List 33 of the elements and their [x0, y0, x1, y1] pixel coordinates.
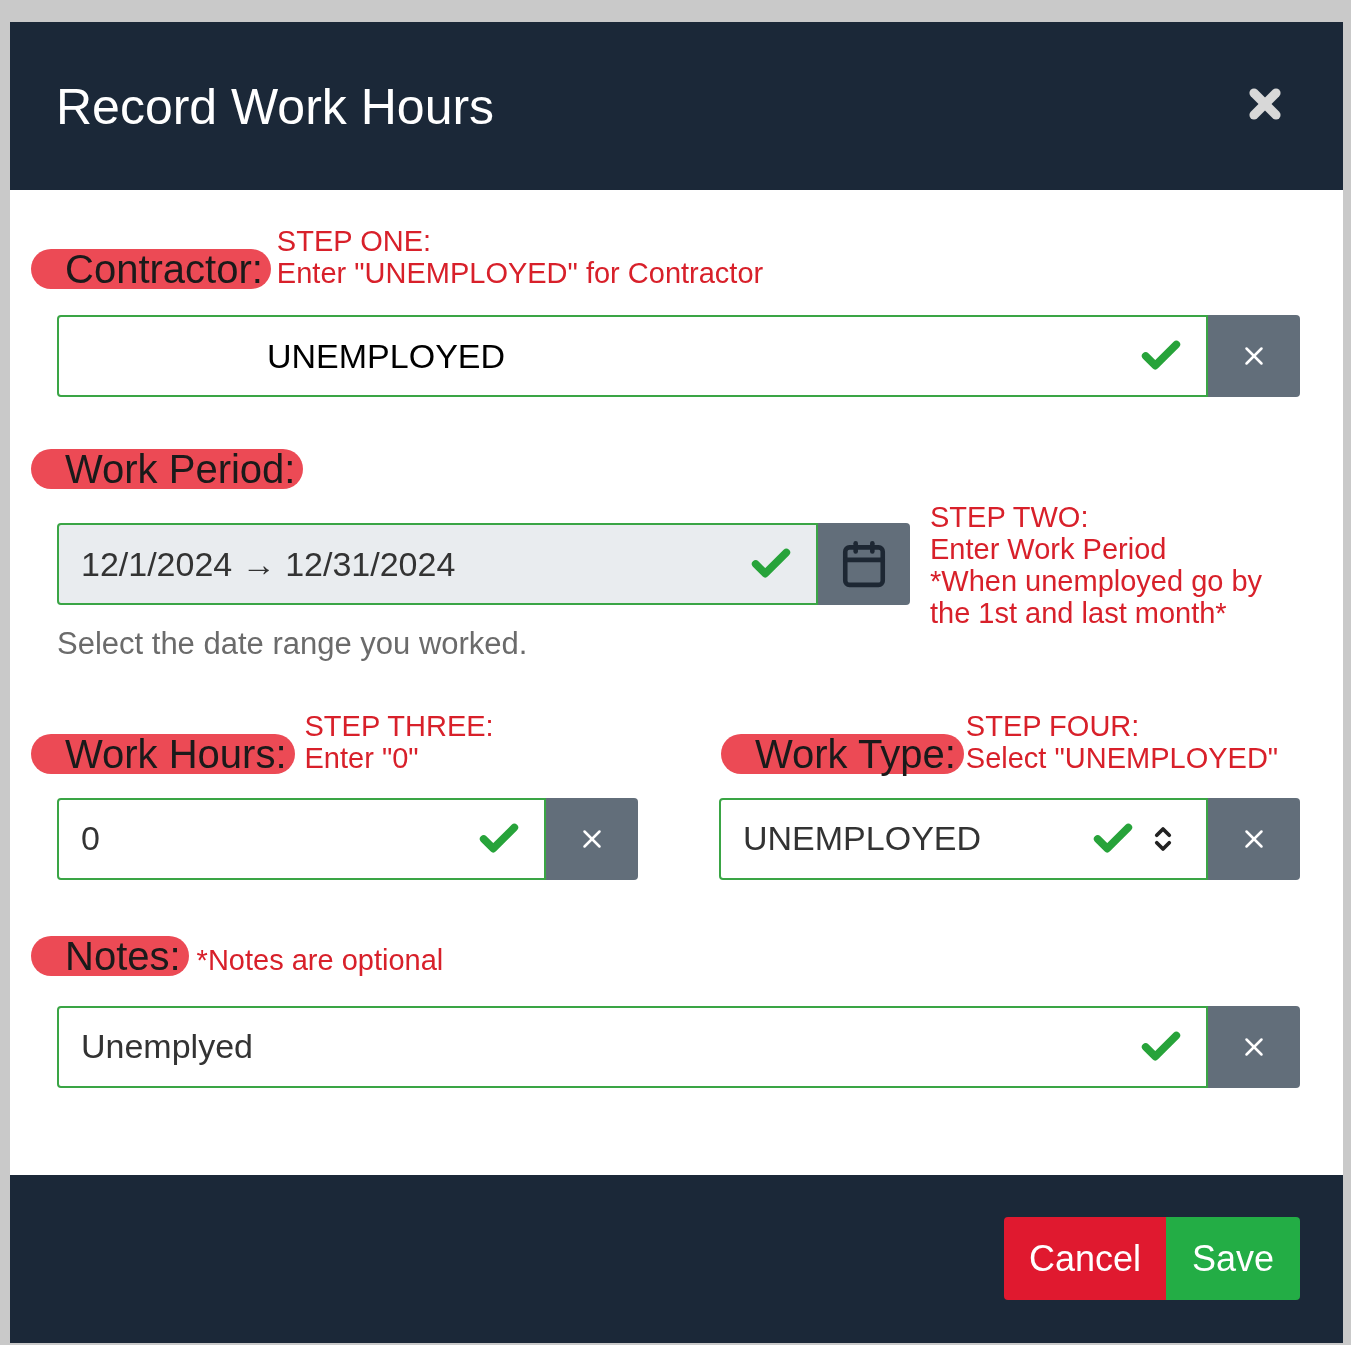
- input-field[interactable]: 0: [57, 797, 546, 880]
- input-field[interactable]: Unemplyed: [57, 1005, 1208, 1088]
- input-field[interactable]: UNEMPLOYED: [57, 315, 1208, 397]
- annotation-text: the 1st and last month*: [930, 597, 1228, 629]
- field-label: Work Type:: [721, 733, 964, 774]
- field-label: Notes:: [31, 935, 189, 976]
- field-value: UNEMPLOYED: [743, 818, 982, 859]
- clear-button[interactable]: [1208, 797, 1300, 880]
- select-field[interactable]: UNEMPLOYED: [719, 797, 1208, 880]
- field-label: Contractor:: [31, 249, 271, 289]
- field-value: UNEMPLOYED: [267, 335, 506, 377]
- annotation-text: Enter Work Period: [930, 533, 1168, 565]
- input-field[interactable]: 12/1/2024 → 12/31/2024: [57, 523, 818, 605]
- annotation-text: STEP TWO:: [930, 501, 1090, 533]
- clear-button[interactable]: [546, 797, 638, 880]
- calendar-button[interactable]: [818, 523, 910, 605]
- annotation-text: STEP THREE:: [304, 709, 494, 742]
- field-value: 12/1/2024 → 12/31/2024: [81, 543, 456, 585]
- annotation-text: STEP ONE:: [276, 225, 433, 257]
- cancel-button[interactable]: Cancel: [1004, 1217, 1166, 1300]
- annotation-text: *When unemployed go by: [930, 565, 1263, 597]
- help-text: Select the date range you worked.: [57, 625, 529, 663]
- annotation-text: Enter "0": [304, 741, 420, 774]
- clear-button[interactable]: [1208, 1005, 1300, 1088]
- annotation-text: *Notes are optional: [196, 943, 444, 976]
- field-value: Unemplyed: [81, 1026, 253, 1067]
- annotation-text: Enter "UNEMPLOYED" for Contractor: [276, 257, 764, 289]
- dialog-title: Record Work Hours: [56, 78, 495, 136]
- field-value: 0: [81, 818, 100, 859]
- field-label: Work Hours:: [31, 733, 295, 774]
- annotation-text: Select "UNEMPLOYED": [965, 741, 1279, 774]
- annotation-text: STEP FOUR:: [965, 709, 1141, 742]
- field-label: Work Period:: [31, 449, 304, 489]
